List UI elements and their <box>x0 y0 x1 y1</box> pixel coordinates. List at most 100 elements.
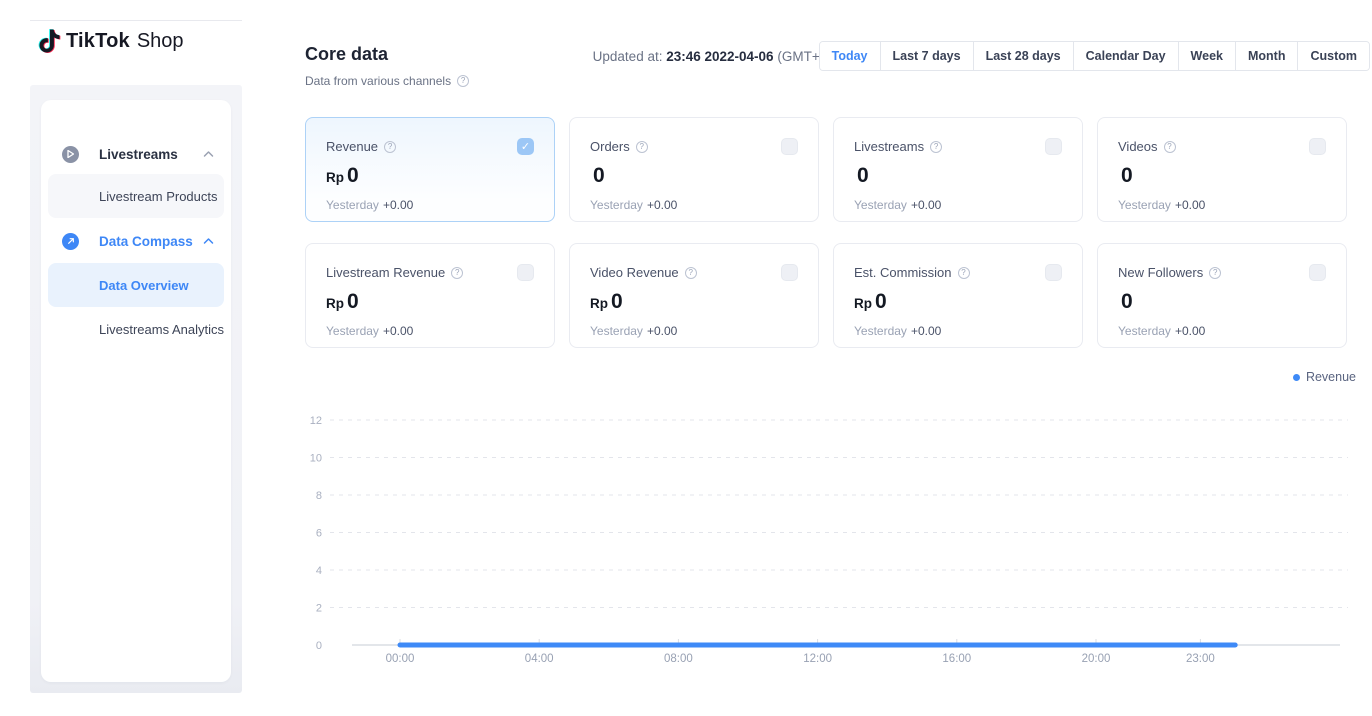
range-button-calendar-day[interactable]: Calendar Day <box>1073 42 1178 70</box>
chevron-up-icon <box>203 238 214 245</box>
sidebar-item-label: Data Compass <box>99 234 193 249</box>
metric-delta: Yesterday+0.00 <box>1118 198 1205 212</box>
sidebar-nav-card: Livestreams Livestream Products Data Com… <box>41 100 231 682</box>
metric-checkbox[interactable] <box>1309 138 1326 155</box>
svg-text:08:00: 08:00 <box>664 653 693 665</box>
metric-label: Video Revenue <box>590 265 679 280</box>
help-icon[interactable]: ? <box>685 267 697 279</box>
tiktok-shop-logo[interactable]: TikTok Shop <box>38 28 184 54</box>
metric-card-orders[interactable]: Orders ? 0 Yesterday+0.00 <box>569 117 819 222</box>
metric-label: Livestream Revenue <box>326 265 445 280</box>
help-icon[interactable]: ? <box>930 141 942 153</box>
help-icon[interactable]: ? <box>958 267 970 279</box>
metric-checkbox[interactable] <box>517 138 534 155</box>
svg-text:04:00: 04:00 <box>525 653 554 665</box>
sidebar-top-divider <box>30 20 242 21</box>
help-icon[interactable]: ? <box>1209 267 1221 279</box>
metric-card-revenue[interactable]: Revenue ? Rp0 Yesterday+0.00 <box>305 117 555 222</box>
metric-card-new-followers[interactable]: New Followers ? 0 Yesterday+0.00 <box>1097 243 1347 348</box>
data-compass-icon <box>62 233 79 250</box>
page-title: Core data <box>305 44 388 65</box>
metric-card-livestreams[interactable]: Livestreams ? 0 Yesterday+0.00 <box>833 117 1083 222</box>
metric-checkbox[interactable] <box>517 264 534 281</box>
svg-text:16:00: 16:00 <box>942 653 971 665</box>
metric-checkbox[interactable] <box>1045 264 1062 281</box>
updated-at-prefix: Updated at: <box>593 49 663 64</box>
sidebar-item-data-compass[interactable]: Data Compass <box>41 227 231 255</box>
metric-delta: Yesterday+0.00 <box>590 198 677 212</box>
range-button-last-28-days[interactable]: Last 28 days <box>973 42 1073 70</box>
metric-label: Videos <box>1118 139 1158 154</box>
metric-value: 0 <box>590 164 605 188</box>
metric-value: Rp0 <box>326 164 359 188</box>
range-button-last-7-days[interactable]: Last 7 days <box>880 42 973 70</box>
metric-delta: Yesterday+0.00 <box>854 198 941 212</box>
metric-card-video-revenue[interactable]: Video Revenue ? Rp0 Yesterday+0.00 <box>569 243 819 348</box>
help-icon[interactable]: ? <box>636 141 648 153</box>
metric-value: 0 <box>854 164 869 188</box>
metric-checkbox[interactable] <box>1045 138 1062 155</box>
tiktok-note-icon <box>38 28 61 54</box>
range-button-month[interactable]: Month <box>1235 42 1297 70</box>
range-button-today[interactable]: Today <box>820 42 880 70</box>
svg-text:8: 8 <box>316 490 322 502</box>
metric-label: New Followers <box>1118 265 1203 280</box>
svg-text:12:00: 12:00 <box>803 653 832 665</box>
chevron-up-icon <box>203 151 214 158</box>
help-icon[interactable]: ? <box>1164 141 1176 153</box>
svg-text:6: 6 <box>316 528 322 540</box>
page-subtitle: Data from various channels ? <box>305 74 469 88</box>
updated-at-time: 23:46 2022-04-06 <box>666 49 773 64</box>
metric-checkbox[interactable] <box>781 138 798 155</box>
metric-checkbox[interactable] <box>781 264 798 281</box>
help-icon[interactable]: ? <box>457 75 469 87</box>
range-button-week[interactable]: Week <box>1178 42 1235 70</box>
sidebar-item-label: Livestream Products <box>99 189 218 204</box>
svg-text:12: 12 <box>310 415 322 427</box>
metric-cards-grid: Revenue ? Rp0 Yesterday+0.00 Orders ? 0 … <box>305 117 1347 348</box>
metric-value: 0 <box>1118 164 1133 188</box>
metric-label: Livestreams <box>854 139 924 154</box>
livestream-play-icon <box>62 146 79 163</box>
metric-delta: Yesterday+0.00 <box>590 324 677 338</box>
page-subtitle-text: Data from various channels <box>305 74 451 88</box>
metric-card-livestream-revenue[interactable]: Livestream Revenue ? Rp0 Yesterday+0.00 <box>305 243 555 348</box>
svg-text:0: 0 <box>316 640 322 652</box>
metric-delta: Yesterday+0.00 <box>326 324 413 338</box>
logo-brand-text: TikTok <box>66 30 130 53</box>
metric-value: Rp0 <box>854 290 887 314</box>
date-range-selector: Today Last 7 days Last 28 days Calendar … <box>819 41 1370 71</box>
svg-text:20:00: 20:00 <box>1082 653 1111 665</box>
svg-text:00:00: 00:00 <box>386 653 415 665</box>
sidebar-item-livestream-products[interactable]: Livestream Products <box>48 174 224 218</box>
metric-value: Rp0 <box>590 290 623 314</box>
metric-label: Orders <box>590 139 630 154</box>
metric-value: 0 <box>1118 290 1133 314</box>
help-icon[interactable]: ? <box>384 141 396 153</box>
metric-label: Est. Commission <box>854 265 952 280</box>
sidebar-item-label: Livestreams Analytics <box>99 322 224 337</box>
svg-text:10: 10 <box>310 453 322 465</box>
revenue-line-chart: 0 2 4 6 8 10 12 00:00 04:00 08:00 12:00 16:00 20:00 2… <box>300 360 1372 670</box>
metric-delta: Yesterday+0.00 <box>854 324 941 338</box>
metric-checkbox[interactable] <box>1309 264 1326 281</box>
metric-card-est-commission[interactable]: Est. Commission ? Rp0 Yesterday+0.00 <box>833 243 1083 348</box>
metric-delta: Yesterday+0.00 <box>1118 324 1205 338</box>
sidebar-item-label: Data Overview <box>99 278 189 293</box>
sidebar-item-livestreams[interactable]: Livestreams <box>41 140 231 168</box>
sidebar-item-livestreams-analytics[interactable]: Livestreams Analytics <box>48 307 224 351</box>
tiktok-shop-data-overview-page: TikTok Shop Livestreams Livestream Produ… <box>0 0 1372 716</box>
metric-delta: Yesterday+0.00 <box>326 198 413 212</box>
svg-text:4: 4 <box>316 565 322 577</box>
svg-text:2: 2 <box>316 603 322 615</box>
metric-card-videos[interactable]: Videos ? 0 Yesterday+0.00 <box>1097 117 1347 222</box>
metric-value: Rp0 <box>326 290 359 314</box>
logo-suffix-text: Shop <box>137 30 184 53</box>
updated-at: Updated at: 23:46 2022-04-06 (GMT+07:00) <box>540 49 858 64</box>
sidebar: Livestreams Livestream Products Data Com… <box>30 85 242 693</box>
sidebar-item-data-overview[interactable]: Data Overview <box>48 263 224 307</box>
help-icon[interactable]: ? <box>451 267 463 279</box>
range-button-custom[interactable]: Custom <box>1297 42 1369 70</box>
svg-text:23:00: 23:00 <box>1186 653 1215 665</box>
sidebar-item-label: Livestreams <box>99 147 178 162</box>
